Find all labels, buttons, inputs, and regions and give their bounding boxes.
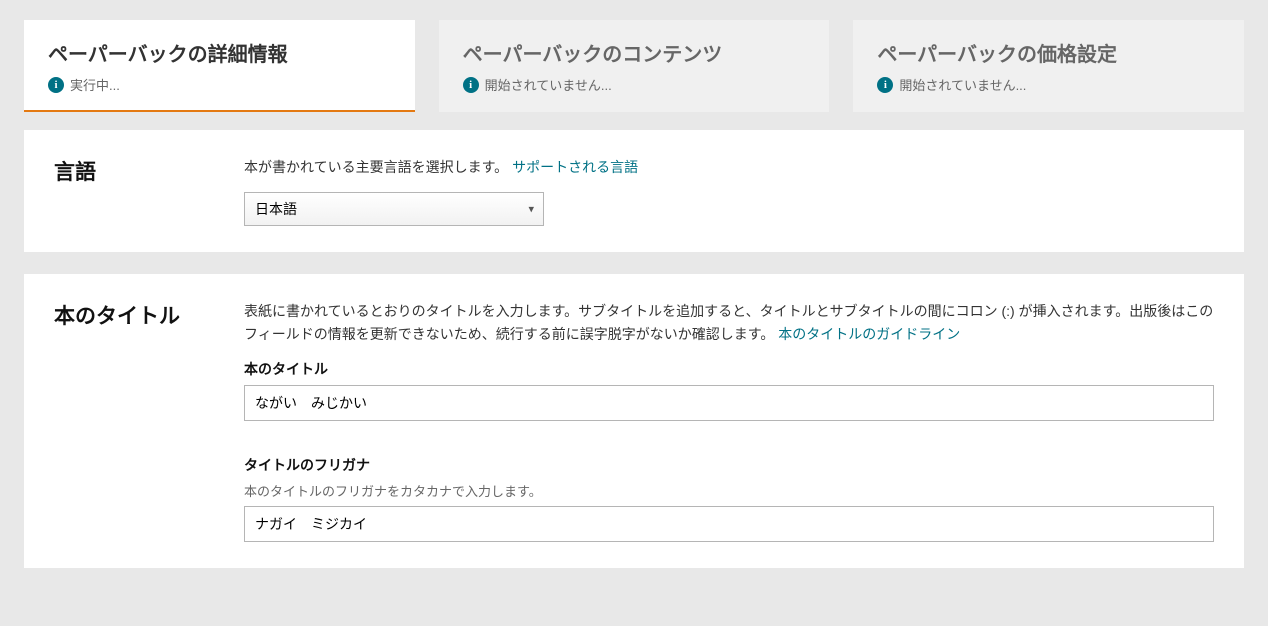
tab-details[interactable]: ペーパーバックの詳細情報 i 実行中... — [24, 20, 415, 112]
tab-title: ペーパーバックの価格設定 — [877, 38, 1220, 67]
tab-status: i 実行中... — [48, 75, 391, 94]
supported-languages-link[interactable]: サポートされる言語 — [512, 159, 638, 175]
tab-content[interactable]: ペーパーバックのコンテンツ i 開始されていません... — [439, 20, 830, 112]
furigana-input[interactable] — [244, 506, 1214, 542]
tab-status: i 開始されていません... — [463, 75, 806, 94]
language-help: 本が書かれている主要言語を選択します。 サポートされる言語 — [244, 156, 1214, 178]
tab-status-text: 開始されていません... — [485, 75, 612, 94]
furigana-label: タイトルのフリガナ — [244, 455, 1214, 475]
tab-title: ペーパーバックの詳細情報 — [48, 38, 391, 67]
book-title-label: 本のタイトル — [244, 359, 1214, 379]
language-select[interactable]: 日本語 — [244, 192, 544, 226]
furigana-sublabel: 本のタイトルのフリガナをカタカナで入力します。 — [244, 481, 1214, 500]
furigana-field-block: タイトルのフリガナ 本のタイトルのフリガナをカタカナで入力します。 — [244, 455, 1214, 542]
info-icon: i — [463, 77, 479, 93]
tab-status-text: 開始されていません... — [899, 75, 1026, 94]
tab-title: ペーパーバックのコンテンツ — [463, 38, 806, 67]
language-help-text: 本が書かれている主要言語を選択します。 — [244, 159, 508, 175]
language-select-wrap: 日本語 ▾ — [244, 192, 544, 226]
tab-pricing[interactable]: ペーパーバックの価格設定 i 開始されていません... — [853, 20, 1244, 112]
language-section: 言語 本が書かれている主要言語を選択します。 サポートされる言語 日本語 ▾ — [24, 130, 1244, 252]
title-help-text: 表紙に書かれているとおりのタイトルを入力します。サブタイトルを追加すると、タイト… — [244, 303, 1213, 341]
book-title-input[interactable] — [244, 385, 1214, 421]
section-label-title: 本のタイトル — [54, 300, 214, 542]
section-label-language: 言語 — [54, 156, 214, 226]
title-help: 表紙に書かれているとおりのタイトルを入力します。サブタイトルを追加すると、タイト… — [244, 300, 1214, 345]
tab-status: i 開始されていません... — [877, 75, 1220, 94]
title-section: 本のタイトル 表紙に書かれているとおりのタイトルを入力します。サブタイトルを追加… — [24, 274, 1244, 568]
book-title-field-block: 本のタイトル — [244, 359, 1214, 421]
tab-status-text: 実行中... — [70, 75, 120, 94]
info-icon: i — [48, 77, 64, 93]
title-guideline-link[interactable]: 本のタイトルのガイドライン — [778, 326, 960, 342]
wizard-tabs: ペーパーバックの詳細情報 i 実行中... ペーパーバックのコンテンツ i 開始… — [24, 20, 1244, 112]
info-icon: i — [877, 77, 893, 93]
